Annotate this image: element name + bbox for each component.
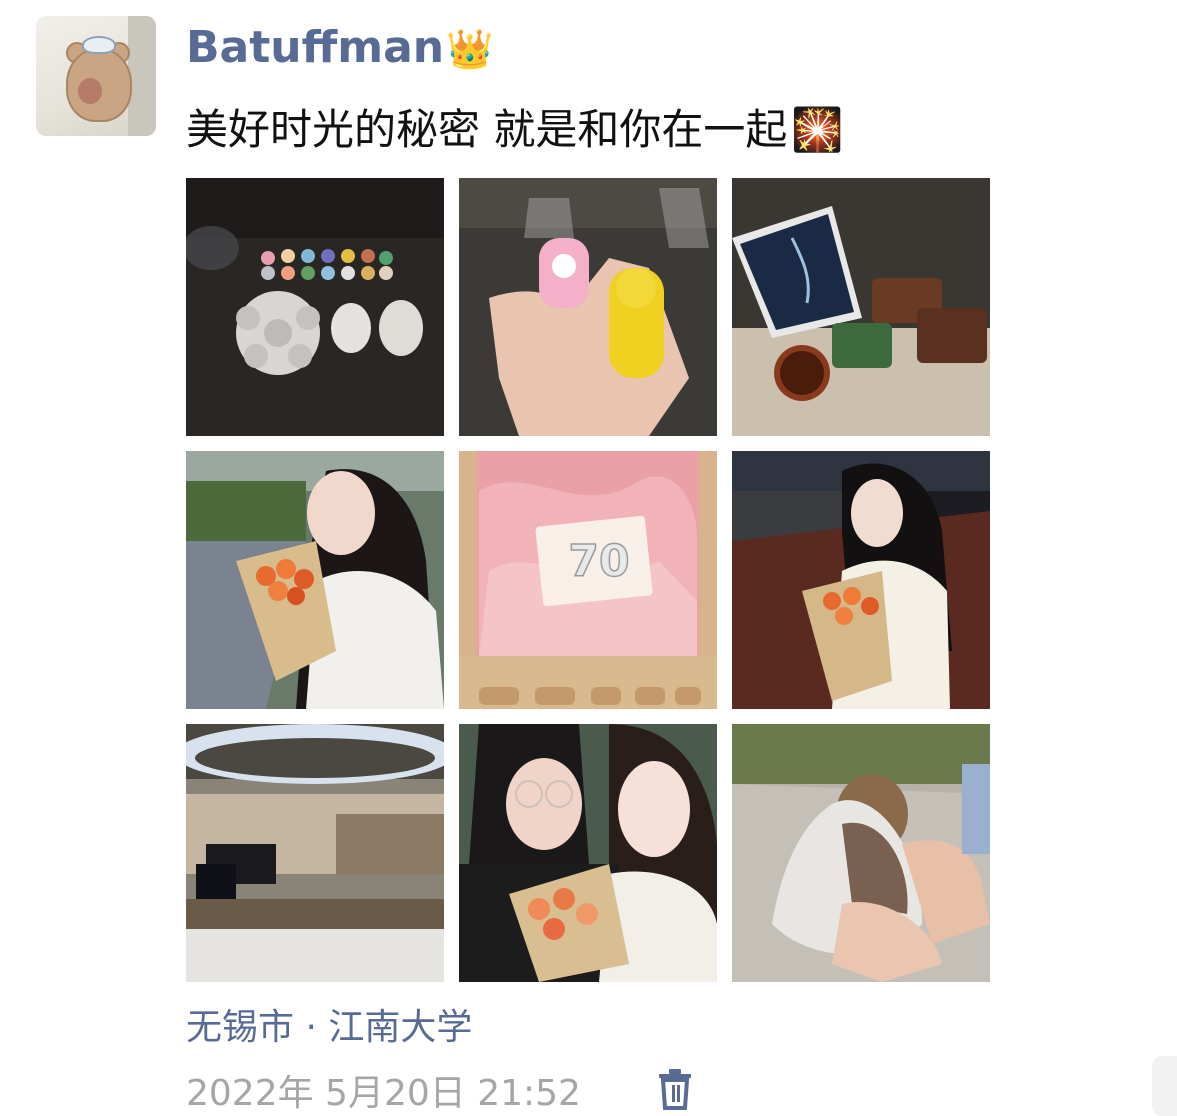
post-timestamp-text: 2022年 5月20日 21:52 [186, 1073, 581, 1114]
photo-pink-card-70[interactable]: 70 [459, 451, 717, 709]
photo-girl-bouquet-track[interactable] [732, 451, 990, 709]
photo-paint-kit[interactable] [186, 178, 444, 436]
author-name-text[interactable]: Batuffman [186, 22, 444, 73]
photo-couple-selfie[interactable] [459, 724, 717, 982]
photo-tablet-food[interactable] [732, 178, 990, 436]
photo-cat[interactable] [732, 724, 990, 982]
avatar-bear-hat [82, 36, 116, 54]
avatar[interactable] [36, 16, 156, 136]
photo-grid: 70 [186, 178, 990, 982]
photo-piano-hall[interactable] [186, 724, 444, 982]
avatar-window [128, 16, 156, 136]
photo-card-number: 70 [568, 536, 629, 587]
location-link[interactable]: 无锡市 · 江南大学 [186, 998, 472, 1050]
fireworks-icon: 🎇 [791, 105, 844, 154]
avatar-bear-paw [78, 78, 102, 104]
author-name[interactable]: Batuffman👑 [186, 22, 493, 73]
crown-icon: 👑 [446, 27, 494, 71]
scrollbar-edge[interactable] [1152, 1056, 1177, 1116]
trash-icon[interactable] [655, 1068, 695, 1110]
post-text: 美好时光的秘密 就是和你在一起🎇 [186, 96, 844, 157]
post-text-content: 美好时光的秘密 就是和你在一起 [186, 105, 788, 154]
photo-girl-bouquet-street[interactable] [186, 451, 444, 709]
photo-toy-figures[interactable] [459, 178, 717, 436]
post-timestamp: 2022年 5月20日 21:52 [186, 1064, 581, 1116]
